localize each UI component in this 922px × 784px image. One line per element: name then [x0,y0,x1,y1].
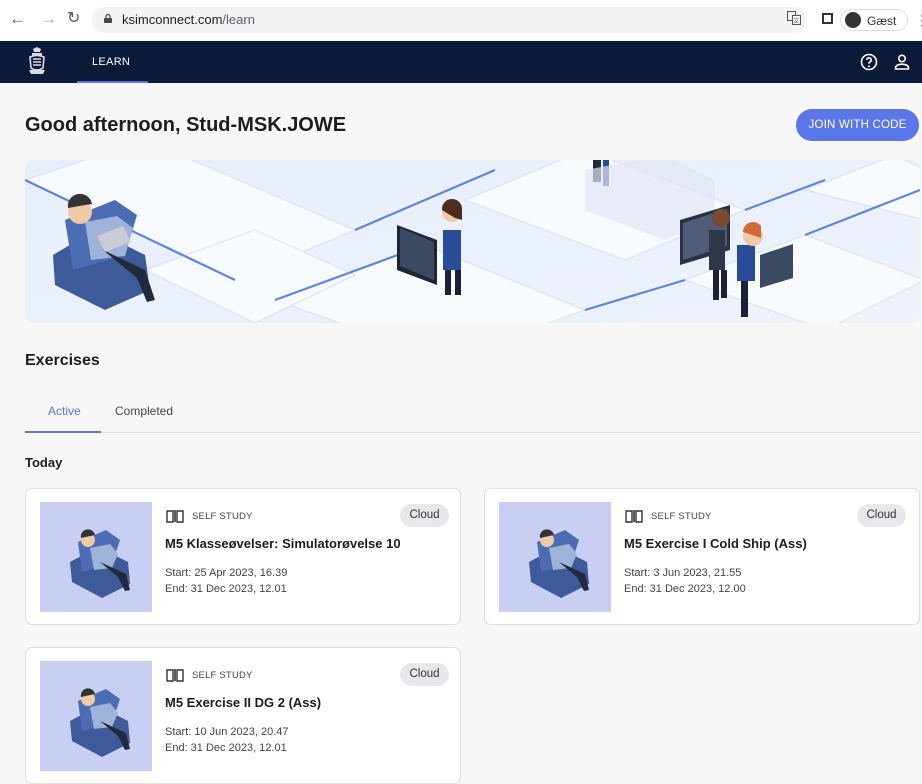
exercise-end: End: 31 Dec 2023, 12.00 [624,583,746,595]
exercise-thumbnail [499,502,611,612]
exercise-start: Start: 10 Jun 2023, 20.47 [165,726,289,738]
exercise-end: End: 31 Dec 2023, 12.01 [165,742,287,754]
exercise-start: Start: 25 Apr 2023, 16.39 [165,567,288,579]
group-label: Today [25,455,63,470]
cloud-badge: Cloud [400,663,449,686]
help-icon[interactable] [860,53,878,71]
exercise-end: End: 31 Dec 2023, 12.01 [165,583,287,595]
address-bar[interactable]: ksimconnect.com/learn [92,7,807,33]
exercise-title: M5 Klasseøvelser: Simulatorøvelse 10 [165,536,401,551]
app-header: LEARN [0,41,922,83]
section-title: Exercises [25,352,100,369]
back-icon[interactable]: ← [9,10,26,28]
reload-icon[interactable]: ↻ [67,10,80,28]
book-icon [166,669,184,682]
exercise-title: M5 Exercise II DG 2 (Ass) [165,695,322,710]
user-icon[interactable] [893,53,911,71]
profile-name: Gæst [867,14,897,28]
hero-banner-illustration [25,160,920,323]
menu-icon[interactable]: ⋮ [915,12,922,29]
tab-learn-indicator [77,81,148,83]
exercise-card[interactable]: SELF STUDY Cloud M5 Exercise I Cold Ship… [484,488,920,625]
exercise-kind: SELF STUDY [192,511,253,522]
tab-learn[interactable]: LEARN [77,41,148,83]
exercise-start: Start: 3 Jun 2023, 21.55 [624,567,742,579]
svg-text:文: 文 [793,17,799,25]
join-with-code-button[interactable]: JOIN WITH CODE [796,109,919,141]
book-icon [166,510,184,523]
forward-icon[interactable]: → [40,10,57,28]
tab-active[interactable]: Active [48,404,81,418]
url-text: ksimconnect.com/learn [122,12,255,27]
exercise-thumbnail [40,502,152,612]
translate-icon[interactable]: 文 [787,11,801,25]
browser-toolbar: ← → ↻ ksimconnect.com/learn 文 Gæst ⋮ [0,0,922,41]
tab-active-indicator [25,431,101,433]
exercise-card[interactable]: SELF STUDY Cloud M5 Exercise II DG 2 (As… [25,647,461,784]
page-title: Good afternoon, Stud-MSK.JOWE [25,114,347,136]
exercise-thumbnail [40,661,152,771]
exercise-kind: SELF STUDY [192,670,253,681]
tab-completed[interactable]: Completed [115,404,173,418]
exercise-card[interactable]: SELF STUDY Cloud M5 Klasseøvelser: Simul… [25,488,461,625]
exercise-tabs: Active Completed [25,398,920,433]
exercise-kind: SELF STUDY [651,511,712,522]
cloud-badge: Cloud [400,504,449,527]
exercise-title: M5 Exercise I Cold Ship (Ass) [624,536,807,551]
side-panel-icon[interactable] [822,13,833,24]
book-icon [625,510,643,523]
cloud-badge: Cloud [857,504,906,527]
profile-button[interactable]: Gæst [840,9,908,31]
tab-learn-label: LEARN [92,56,131,68]
logo-icon[interactable] [27,46,47,76]
profile-icon [845,12,861,28]
lock-icon [104,14,112,23]
